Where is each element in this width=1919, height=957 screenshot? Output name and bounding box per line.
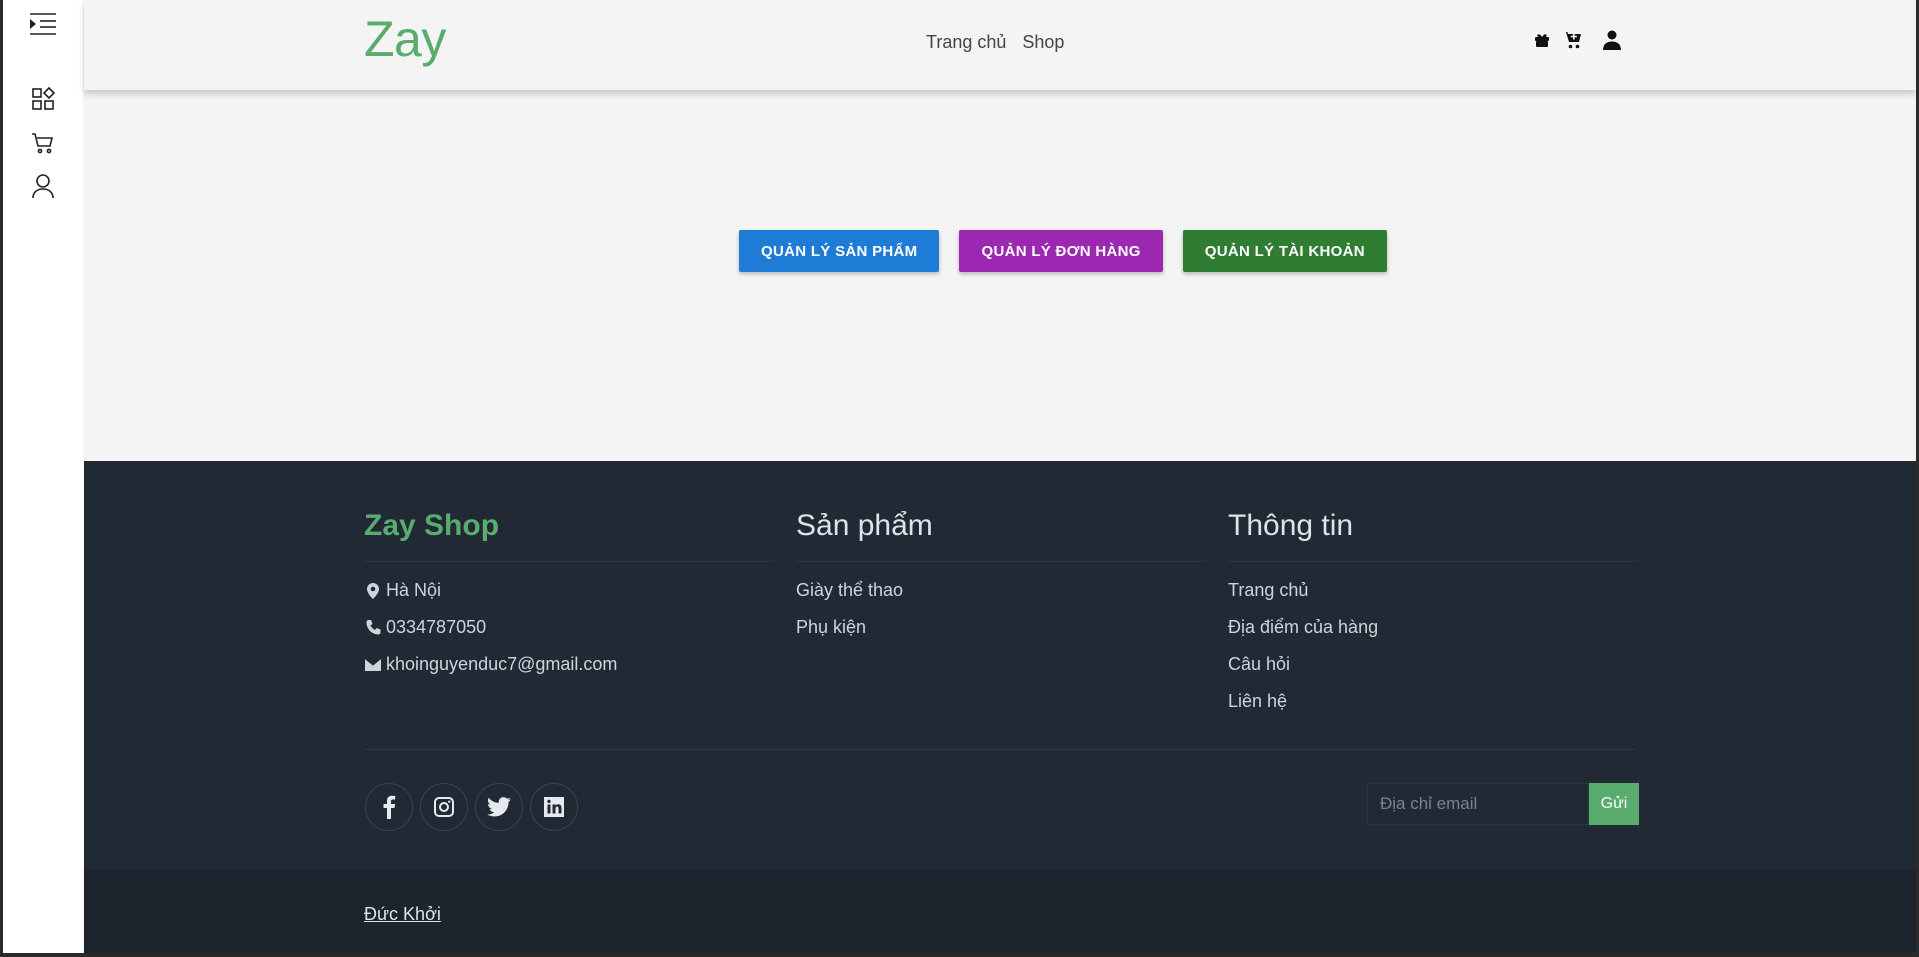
sidebar-item-account[interactable] bbox=[3, 166, 83, 206]
gift-icon bbox=[1535, 34, 1549, 47]
main-area: Zay Trang chủ Shop QUẢN LÝ SẢN PHẨM QUẢN… bbox=[84, 0, 1916, 953]
footer-link-sneakers[interactable]: Giày thể thao bbox=[796, 580, 903, 600]
footer-col-shop: Zay Shop Hà Nội 0334787050 khoinguyenduc… bbox=[364, 509, 774, 691]
sidebar-item-dashboard[interactable] bbox=[3, 79, 83, 119]
sidebar-item-cart[interactable] bbox=[3, 123, 83, 163]
footer-info-title: Thông tin bbox=[1228, 509, 1638, 562]
phone-icon bbox=[366, 620, 381, 635]
nav-link-shop[interactable]: Shop bbox=[1022, 32, 1064, 53]
cart-icon bbox=[1563, 32, 1581, 49]
app-frame: Zay Trang chủ Shop QUẢN LÝ SẢN PHẨM QUẢN… bbox=[3, 0, 1916, 953]
footer-link-accessories[interactable]: Phụ kiện bbox=[796, 617, 866, 637]
footer-link-locations[interactable]: Địa điểm của hàng bbox=[1228, 617, 1378, 637]
gift-button[interactable] bbox=[1534, 32, 1550, 48]
envelope-icon bbox=[365, 659, 381, 671]
instagram-link[interactable] bbox=[420, 783, 468, 831]
cart-icon bbox=[32, 133, 54, 154]
email-subscribe-input[interactable] bbox=[1367, 783, 1589, 825]
social-links bbox=[365, 783, 578, 831]
twitter-link[interactable] bbox=[475, 783, 523, 831]
footer-email[interactable]: khoinguyenduc7@gmail.com bbox=[364, 654, 774, 691]
footer: Zay Shop Hà Nội 0334787050 khoinguyenduc… bbox=[84, 461, 1916, 953]
footer-col-products: Sản phẩm Giày thể thao Phụ kiện bbox=[796, 509, 1206, 654]
instagram-icon bbox=[434, 797, 454, 817]
manage-accounts-button[interactable]: QUẢN LÝ TÀI KHOẢN bbox=[1182, 230, 1387, 272]
admin-actions: QUẢN LÝ SẢN PHẨM QUẢN LÝ ĐƠN HÀNG QUẢN L… bbox=[739, 230, 1387, 272]
footer-link-home[interactable]: Trang chủ bbox=[1228, 580, 1308, 600]
facebook-icon bbox=[383, 795, 396, 819]
manage-products-button[interactable]: QUẢN LÝ SẢN PHẨM bbox=[739, 230, 940, 272]
footer-link-faq[interactable]: Câu hỏi bbox=[1228, 654, 1290, 674]
top-navbar: Zay Trang chủ Shop bbox=[84, 0, 1916, 90]
newsletter-form: Gửi bbox=[1367, 783, 1639, 825]
manage-orders-button[interactable]: QUẢN LÝ ĐƠN HÀNG bbox=[959, 230, 1163, 272]
footer-address: Hà Nội bbox=[364, 580, 774, 617]
brand-logo[interactable]: Zay bbox=[364, 10, 446, 68]
linkedin-icon bbox=[544, 797, 564, 817]
user-icon bbox=[1603, 30, 1621, 50]
dashboard-icon bbox=[32, 87, 55, 110]
map-pin-icon bbox=[367, 583, 379, 599]
facebook-link[interactable] bbox=[365, 783, 413, 831]
footer-products-title: Sản phẩm bbox=[796, 509, 1206, 562]
menu-indent-icon bbox=[30, 13, 56, 35]
nav-link-home[interactable]: Trang chủ bbox=[926, 32, 1006, 53]
user-icon bbox=[32, 174, 54, 199]
cart-button[interactable] bbox=[1563, 30, 1583, 50]
subscribe-button[interactable]: Gửi bbox=[1589, 783, 1639, 825]
linkedin-link[interactable] bbox=[530, 783, 578, 831]
main-nav: Trang chủ Shop bbox=[926, 32, 1064, 53]
menu-toggle-button[interactable] bbox=[3, 4, 83, 44]
header-icons bbox=[1534, 30, 1621, 50]
footer-shop-title: Zay Shop bbox=[364, 509, 774, 562]
footer-divider bbox=[364, 749, 1636, 750]
footer-bottom-bar: Đức Khởi bbox=[84, 870, 1916, 953]
twitter-icon bbox=[487, 797, 511, 817]
footer-col-info: Thông tin Trang chủ Địa điểm của hàng Câ… bbox=[1228, 509, 1638, 728]
account-button[interactable] bbox=[1603, 30, 1621, 50]
footer-phone[interactable]: 0334787050 bbox=[364, 617, 774, 654]
footer-link-contact[interactable]: Liên hệ bbox=[1228, 691, 1287, 711]
author-link[interactable]: Đức Khởi bbox=[364, 904, 441, 925]
left-sidebar bbox=[3, 0, 83, 953]
